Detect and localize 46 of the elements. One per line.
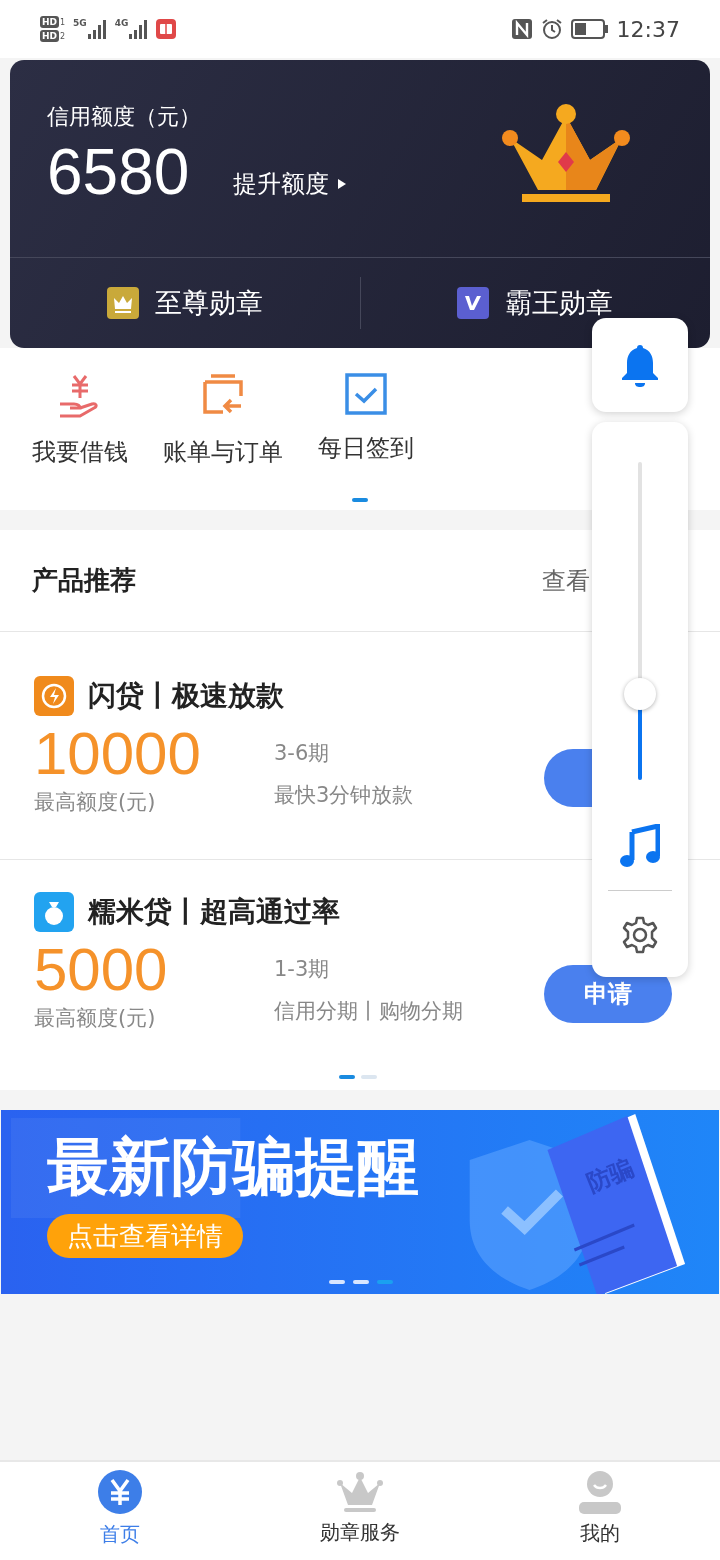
product-name: 闪贷丨极速放款	[88, 677, 284, 714]
credit-label: 信用额度（元）	[47, 103, 202, 131]
network-label: 5G	[73, 18, 87, 28]
nav-tab[interactable]: 我的	[480, 1462, 720, 1560]
battery-icon	[570, 19, 609, 39]
checkbox-icon[interactable]	[344, 372, 388, 416]
settings-icon[interactable]	[620, 915, 660, 955]
crown-icon	[336, 1470, 384, 1513]
raise-limit-link[interactable]: 提升额度	[233, 168, 348, 212]
feature-text: 信用分期丨购物分期	[274, 998, 464, 1025]
bell-icon[interactable]	[620, 343, 660, 387]
menu-label[interactable]: 每日签到	[318, 432, 414, 464]
signal-icon	[86, 18, 107, 40]
volume-slider[interactable]	[624, 462, 656, 780]
amount-label: 最高额度(元)	[34, 788, 157, 816]
view-more-link[interactable]: 查看	[542, 564, 590, 597]
menu-label[interactable]: 账单与订单	[163, 436, 283, 468]
feature-text: 最快3分钟放款	[274, 781, 415, 809]
music-note-icon[interactable]	[620, 824, 660, 868]
signal-icon	[128, 18, 149, 40]
term-text: 3-6期	[274, 739, 331, 767]
term-text: 1-3期	[274, 956, 331, 983]
product-name: 糯米贷丨超高通过率	[88, 894, 340, 930]
network-label: 4G	[114, 18, 129, 28]
lightning-icon	[34, 675, 74, 716]
yuan-icon	[97, 1468, 143, 1515]
menu-label[interactable]: 我要借钱	[32, 436, 128, 468]
banner-title: 最新防骗提醒	[47, 1132, 419, 1202]
nfc-icon	[510, 18, 533, 40]
user-avatar-icon	[577, 1469, 623, 1514]
badge-label[interactable]: 至尊勋章	[154, 285, 263, 321]
badge-label[interactable]: 霸王勋章	[505, 285, 614, 321]
scroll-indicator	[352, 498, 368, 502]
nav-tab[interactable]: 勋章服务	[240, 1462, 480, 1560]
nav-tab[interactable]: 首页	[0, 1462, 240, 1560]
apply-button[interactable]	[544, 748, 592, 807]
clock-time: 12:37	[616, 16, 680, 42]
max-amount: 10000	[34, 719, 202, 788]
caret-icon	[337, 178, 348, 190]
money-bag-icon	[34, 892, 74, 932]
section-title: 产品推荐	[32, 564, 136, 597]
alarm-icon	[540, 18, 563, 40]
amount-label: 最高额度(元)	[34, 1005, 157, 1032]
max-amount: 5000	[34, 936, 169, 1004]
book-app-icon	[156, 19, 177, 39]
credit-amount: 6580	[47, 135, 190, 210]
